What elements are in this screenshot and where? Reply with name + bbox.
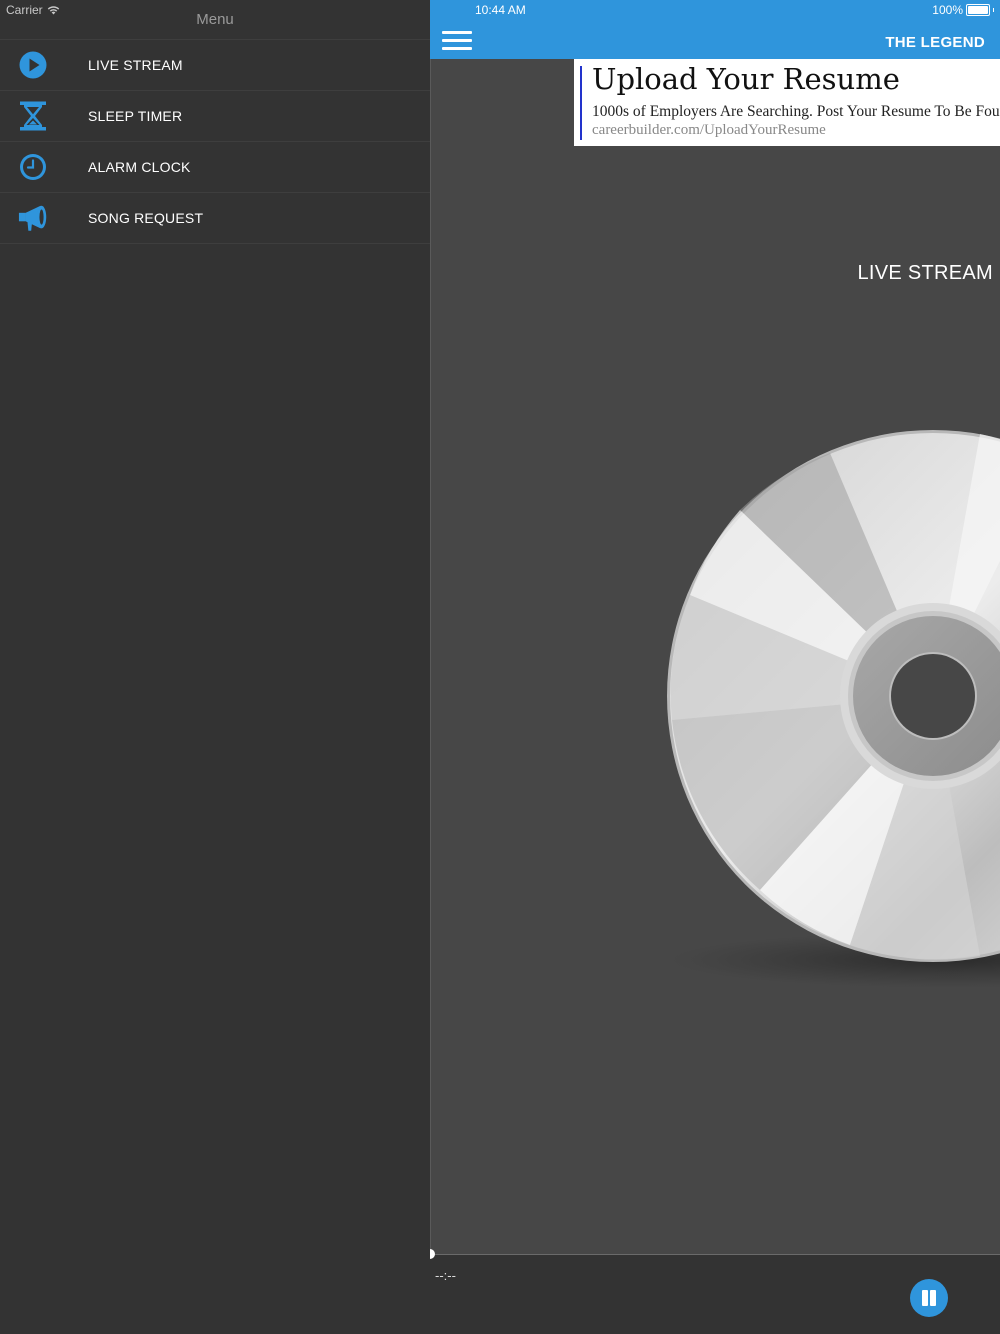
pause-button[interactable] — [910, 1279, 948, 1317]
menu-list: LIVE STREAM SLEEP TIMER ALARM CLOCK SONG… — [0, 39, 430, 244]
page-title: THE LEGEND — [885, 34, 985, 51]
nav-bar: 10:44 AM 100% THE LEGEND — [430, 0, 1000, 59]
menu-item-label: SONG REQUEST — [88, 210, 204, 226]
megaphone-icon — [18, 205, 47, 231]
ad-url: careerbuilder.com/UploadYourResume — [592, 122, 826, 138]
side-menu: Carrier Menu LIVE STREAM SLEEP TIMER ALA… — [0, 0, 430, 1334]
cd-disc-image — [667, 430, 1000, 988]
ad-banner[interactable]: Upload Your Resume 1000s of Employers Ar… — [574, 59, 1000, 146]
stream-label: LIVE STREAM — [857, 262, 993, 284]
menu-title: Menu — [196, 11, 234, 28]
menu-item-sleep-timer[interactable]: SLEEP TIMER — [0, 90, 430, 141]
time-readout: --:-- — [435, 1268, 456, 1283]
ad-title: Upload Your Resume — [592, 62, 900, 96]
player-panel: 10:44 AM 100% THE LEGEND Upload Your Res… — [430, 0, 1000, 1334]
ad-accent-bar — [580, 66, 582, 140]
status-battery: 100% — [932, 3, 994, 17]
menu-item-live-stream[interactable]: LIVE STREAM — [0, 39, 430, 90]
clock-icon — [20, 154, 46, 180]
ad-description: 1000s of Employers Are Searching. Post Y… — [592, 103, 1000, 120]
status-time: 10:44 AM — [475, 3, 526, 17]
menu-item-label: LIVE STREAM — [88, 57, 183, 73]
play-icon — [19, 51, 47, 79]
menu-item-alarm-clock[interactable]: ALARM CLOCK — [0, 141, 430, 192]
progress-track[interactable] — [430, 1254, 1000, 1255]
menu-item-label: SLEEP TIMER — [88, 108, 183, 124]
pause-icon — [922, 1290, 928, 1306]
battery-icon — [966, 4, 990, 16]
hourglass-icon — [20, 101, 46, 131]
menu-item-label: ALARM CLOCK — [88, 159, 191, 175]
hamburger-menu-button[interactable] — [442, 31, 472, 51]
menu-item-song-request[interactable]: SONG REQUEST — [0, 192, 430, 244]
